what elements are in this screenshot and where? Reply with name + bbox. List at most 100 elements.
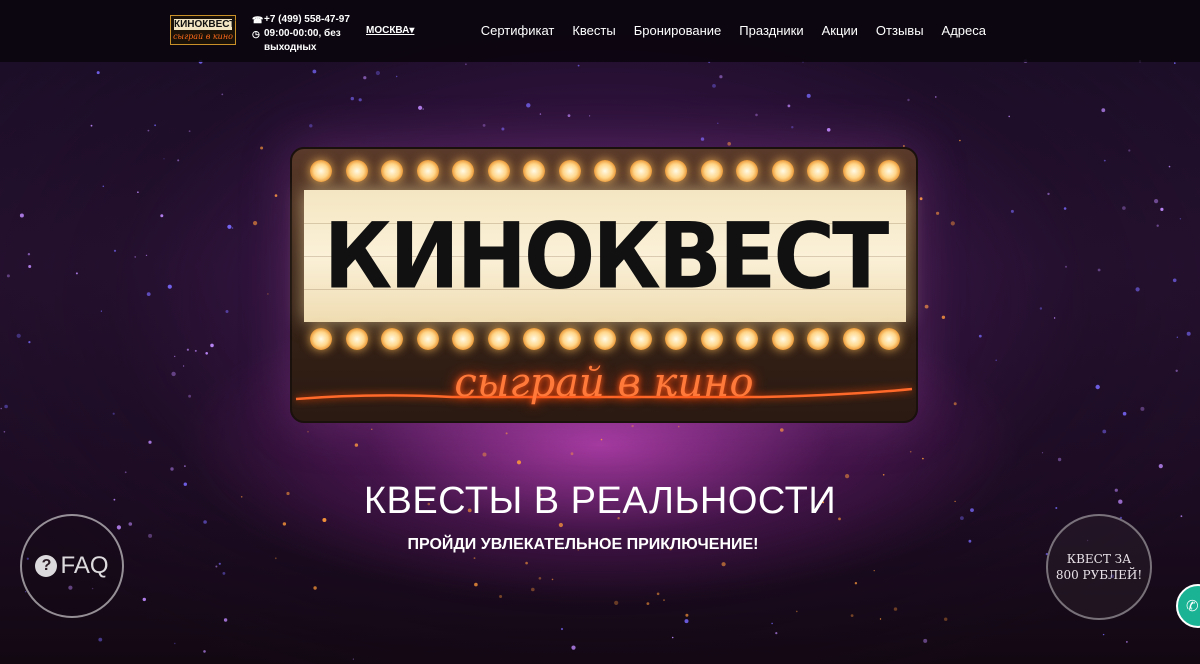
- particle: [375, 70, 380, 76]
- promo-line-2: 800 РУБЛЕЙ!: [1055, 568, 1143, 582]
- particle: [935, 96, 937, 98]
- light-bulb: [629, 328, 652, 350]
- phone-number[interactable]: +7 (499) 558-47-97: [264, 13, 350, 27]
- light-bulb: [523, 328, 545, 350]
- nav-addresses[interactable]: Адреса: [942, 23, 986, 38]
- nav-reviews[interactable]: Отзывы: [876, 23, 924, 38]
- working-hours: 09:00-00:00, без выходных: [264, 28, 341, 53]
- light-bulb: [842, 328, 865, 350]
- light-bulb: [416, 160, 439, 182]
- particle: [6, 274, 10, 278]
- nav-quests[interactable]: Квесты: [572, 23, 615, 38]
- particle: [755, 113, 758, 117]
- nav-promotions[interactable]: Акции: [822, 23, 858, 38]
- particle: [959, 139, 961, 142]
- particle: [274, 194, 278, 197]
- light-bulb: [842, 160, 865, 182]
- particle: [787, 104, 791, 108]
- particle: [1154, 199, 1159, 204]
- faq-label: FAQ: [60, 552, 109, 579]
- particle: [570, 452, 574, 456]
- particle: [350, 96, 354, 101]
- particle: [1160, 207, 1164, 211]
- particle: [727, 142, 731, 146]
- particle: [222, 572, 226, 575]
- logo[interactable]: КИНОКВЕСТ сыграй в кино: [170, 15, 236, 45]
- particle: [223, 618, 228, 622]
- light-bulb: [665, 328, 687, 350]
- particle: [354, 443, 359, 447]
- particle: [780, 428, 784, 432]
- phone-icon: ✆: [1186, 598, 1199, 615]
- particle: [194, 349, 197, 352]
- particle: [1122, 411, 1127, 416]
- particle: [631, 424, 634, 428]
- particle: [995, 359, 997, 362]
- particle: [171, 371, 176, 377]
- particle: [1158, 464, 1163, 469]
- promo-badge[interactable]: КВЕСТ ЗА 800 РУБЛЕЙ!: [1046, 514, 1152, 620]
- hero-headline: КВЕСТЫ В РЕАЛЬНОСТИ: [363, 480, 837, 522]
- nav-holidays[interactable]: Праздники: [739, 23, 803, 38]
- particle: [1168, 165, 1171, 168]
- particle: [589, 115, 591, 117]
- logo-tagline: сыграй в кино: [173, 32, 233, 41]
- particle: [163, 158, 165, 160]
- particle: [221, 93, 224, 96]
- particle: [28, 341, 31, 344]
- call-button[interactable]: ✆: [1176, 584, 1200, 628]
- particle: [953, 402, 957, 406]
- particle: [96, 71, 100, 75]
- contacts: ☎ +7 (499) 558-47-97 ◷ 09:00-00:00, без …: [252, 13, 362, 55]
- light-bulb: [736, 160, 758, 182]
- particle: [614, 600, 619, 606]
- nav-booking[interactable]: Бронирование: [634, 23, 722, 38]
- particle: [363, 76, 367, 80]
- particle: [75, 272, 78, 275]
- nav-certificate[interactable]: Сертификат: [481, 23, 555, 38]
- particle: [352, 658, 354, 660]
- site-header: КИНОКВЕСТ сыграй в кино ☎ +7 (499) 558-4…: [0, 0, 1200, 62]
- particle: [1140, 406, 1145, 411]
- particle: [854, 582, 858, 585]
- light-bulb: [878, 160, 900, 182]
- particle: [796, 610, 798, 613]
- particle: [227, 224, 232, 229]
- particle: [671, 636, 674, 639]
- particle: [873, 570, 875, 572]
- faq-button[interactable]: ? FAQ: [20, 514, 124, 618]
- particle: [845, 474, 850, 479]
- particle: [719, 75, 723, 79]
- light-bulb: [665, 160, 687, 182]
- particle: [826, 128, 831, 132]
- hero-subheadline: ПРОЙДИ УВЛЕКАТЕЛЬНОЕ ПРИКЛЮЧЕНИЕ!: [407, 536, 759, 553]
- particle: [98, 637, 103, 642]
- sign-tagline: сыграй в кино: [454, 360, 754, 406]
- particle: [19, 213, 24, 218]
- particle: [473, 557, 476, 559]
- cinema-sign: КИНОКВЕСТ сыграй в кино: [290, 147, 918, 423]
- particle: [309, 124, 313, 128]
- light-bulb: [771, 160, 794, 182]
- particle: [174, 642, 176, 645]
- particle: [418, 105, 423, 110]
- light-bulb: [807, 160, 829, 182]
- light-bulb: [345, 160, 368, 182]
- light-bulb: [807, 328, 829, 350]
- particle: [978, 334, 982, 338]
- particle: [1175, 369, 1178, 372]
- particle: [879, 618, 882, 620]
- particle: [1095, 384, 1100, 390]
- particle: [27, 253, 31, 256]
- light-bulb: [594, 160, 616, 182]
- particle: [1057, 457, 1062, 462]
- particle: [1039, 307, 1043, 310]
- particle: [700, 137, 705, 141]
- particle: [396, 75, 398, 78]
- particle: [16, 333, 21, 338]
- particle: [170, 467, 174, 471]
- city-selector[interactable]: МОСКВА▾: [366, 25, 414, 36]
- light-bulb: [700, 328, 723, 350]
- particle: [113, 249, 117, 252]
- particle: [1047, 192, 1050, 196]
